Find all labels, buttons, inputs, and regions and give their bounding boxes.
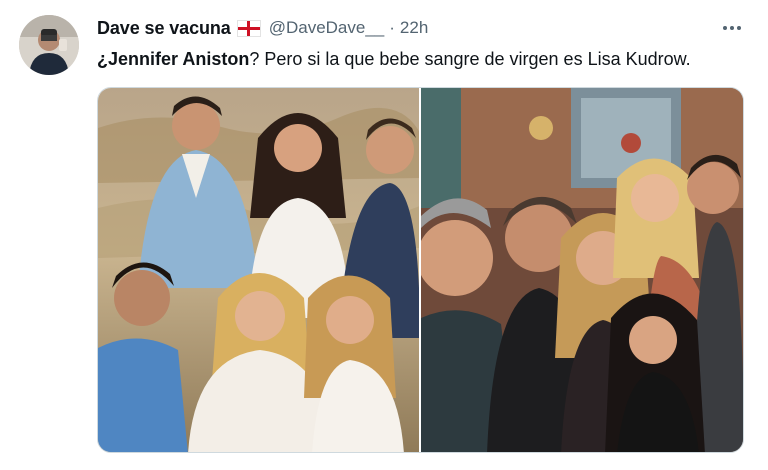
england-flag-icon bbox=[236, 19, 261, 37]
tweet-text-bold: ¿Jennifer Aniston bbox=[97, 49, 250, 69]
right-photo[interactable] bbox=[421, 88, 743, 452]
tweet-header: Dave se vacuna @DaveDave__ · 22h bbox=[97, 15, 428, 41]
tweet[interactable]: Dave se vacuna @DaveDave__ · 22h ¿Jennif… bbox=[0, 0, 768, 470]
tweet-text-rest: ? Pero si la que bebe sangre de virgen e… bbox=[249, 49, 691, 69]
tweet-text: ¿Jennifer Aniston? Pero si la que bebe s… bbox=[97, 46, 747, 72]
left-photo[interactable] bbox=[98, 88, 419, 452]
display-name[interactable]: Dave se vacuna bbox=[97, 18, 231, 39]
separator-dot: · bbox=[389, 18, 395, 37]
user-handle[interactable]: @DaveDave__ bbox=[269, 18, 385, 38]
tweet-media[interactable] bbox=[97, 87, 744, 453]
more-options-icon[interactable] bbox=[718, 18, 746, 38]
avatar[interactable] bbox=[19, 15, 79, 75]
timestamp[interactable]: 22h bbox=[400, 18, 428, 38]
